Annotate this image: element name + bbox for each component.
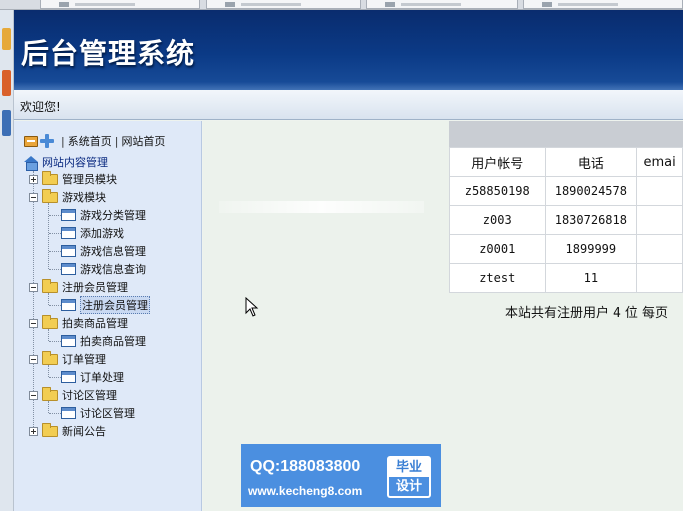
col-header-email: emai	[636, 147, 683, 177]
tree-item-auction-manage[interactable]: 拍卖商品管理	[61, 333, 146, 349]
tree-item-forum-manage[interactable]: 讨论区管理	[61, 405, 135, 421]
folder-icon	[42, 314, 58, 329]
cell-phone: 1890024578	[544, 176, 638, 206]
browser-tab[interactable]	[206, 0, 361, 9]
table-header-row: 用户帐号 电话 emai	[449, 147, 683, 177]
table-row: z0001 1899999	[449, 234, 683, 264]
id-card-icon	[24, 135, 38, 147]
tree-item-game-query[interactable]: 游戏信息查询	[61, 261, 146, 277]
blurred-region	[219, 201, 424, 213]
watermark-badge: 毕业 设计	[387, 456, 431, 498]
page-icon	[61, 335, 76, 347]
page-icon	[61, 299, 76, 311]
tree-item-member-manage[interactable]: 注册会员管理	[61, 296, 150, 314]
folder-icon	[42, 386, 58, 401]
desktop-edge-strip	[0, 10, 14, 511]
col-header-phone: 电话	[544, 147, 638, 177]
tree-item-auction-module[interactable]: 拍卖商品管理	[29, 314, 128, 331]
collapse-icon[interactable]	[29, 390, 38, 400]
tree-root[interactable]: 网站内容管理	[24, 154, 108, 171]
browser-tab-strip	[0, 0, 683, 10]
folder-icon	[42, 422, 58, 437]
tree-item-admin-module[interactable]: 管理员模块	[29, 170, 117, 187]
page-icon	[61, 263, 76, 275]
page-icon	[61, 371, 76, 383]
tab-favicon-icon	[225, 2, 235, 7]
folder-icon	[42, 188, 58, 203]
folder-icon	[42, 350, 58, 365]
sidebar-toolbar: | 系统首页 | 网站首页	[24, 133, 165, 149]
table-row: z58850198 1890024578	[449, 176, 683, 206]
desktop-shortcut-icon[interactable]	[2, 70, 11, 96]
plus-icon	[40, 134, 54, 148]
tree-item-game-category[interactable]: 游戏分类管理	[61, 207, 146, 223]
cell-email	[636, 205, 683, 235]
watermark-banner: QQ:188083800 www.kecheng8.com 毕业 设计	[241, 444, 441, 507]
tab-favicon-icon	[59, 2, 69, 7]
desktop-shortcut-icon[interactable]	[2, 28, 11, 50]
browser-tab[interactable]	[523, 0, 683, 9]
mouse-cursor-icon	[245, 297, 259, 317]
cell-account: z58850198	[449, 176, 546, 206]
folder-icon	[42, 278, 58, 293]
tree-item-news[interactable]: 新闻公告	[29, 422, 106, 439]
page-icon	[61, 245, 76, 257]
page-icon	[61, 227, 76, 239]
page-icon	[61, 209, 76, 221]
col-header-account: 用户帐号	[449, 147, 546, 177]
tree-item-order-module[interactable]: 订单管理	[29, 350, 106, 367]
expand-icon[interactable]	[29, 426, 38, 436]
collapse-icon[interactable]	[29, 318, 38, 328]
tree-item-game-info[interactable]: 游戏信息管理	[61, 243, 146, 259]
table-caption-bar	[449, 121, 683, 147]
tree-item-add-game[interactable]: 添加游戏	[61, 225, 124, 241]
table-row: ztest 11	[449, 263, 683, 293]
sidebar: | 系统首页 | 网站首页 网站内容管理 管理员模块 游戏模块 游戏分类管理 添…	[14, 121, 202, 511]
cell-account: ztest	[449, 263, 546, 293]
cell-email	[636, 176, 683, 206]
header-banner: 后台管理系统	[14, 10, 683, 90]
welcome-text: 欢迎您!	[20, 100, 61, 114]
collapse-icon[interactable]	[29, 192, 38, 202]
users-table: 用户帐号 电话 emai z58850198 1890024578 z003 1…	[449, 147, 683, 293]
collapse-icon[interactable]	[29, 354, 38, 364]
folder-icon	[42, 170, 58, 185]
user-count-summary: 本站共有注册用户 4 位 每页	[505, 306, 668, 321]
cell-phone: 1830726818	[544, 205, 638, 235]
tab-favicon-icon	[542, 2, 552, 7]
expand-icon[interactable]	[29, 174, 38, 184]
desktop-shortcut-icon[interactable]	[2, 110, 11, 136]
browser-tab[interactable]	[366, 0, 518, 9]
cell-phone: 11	[544, 263, 638, 293]
cell-email	[636, 234, 683, 264]
tree-item-forum-module[interactable]: 讨论区管理	[29, 386, 117, 403]
collapse-icon[interactable]	[29, 282, 38, 292]
browser-tab[interactable]	[40, 0, 200, 9]
watermark-qq: QQ:188083800	[250, 458, 361, 475]
tree-root-label: 网站内容管理	[42, 156, 108, 169]
tab-favicon-icon	[385, 2, 395, 7]
home-icon	[24, 155, 39, 171]
cell-email	[636, 263, 683, 293]
tree-item-game-module[interactable]: 游戏模块	[29, 188, 106, 205]
page-title: 后台管理系统	[21, 37, 196, 70]
site-home-link[interactable]: 网站首页	[121, 133, 165, 149]
cell-account: z003	[449, 205, 546, 235]
cell-phone: 1899999	[544, 234, 638, 264]
welcome-bar: 欢迎您!	[14, 90, 683, 120]
tree-item-order-process[interactable]: 订单处理	[61, 369, 124, 385]
user-count: 4	[613, 306, 621, 321]
page-icon	[61, 407, 76, 419]
system-home-link[interactable]: 系统首页	[68, 133, 112, 149]
tree-item-member-module[interactable]: 注册会员管理	[29, 278, 128, 295]
table-row: z003 1830726818	[449, 205, 683, 235]
watermark-url: www.kecheng8.com	[248, 484, 363, 498]
cell-account: z0001	[449, 234, 546, 264]
